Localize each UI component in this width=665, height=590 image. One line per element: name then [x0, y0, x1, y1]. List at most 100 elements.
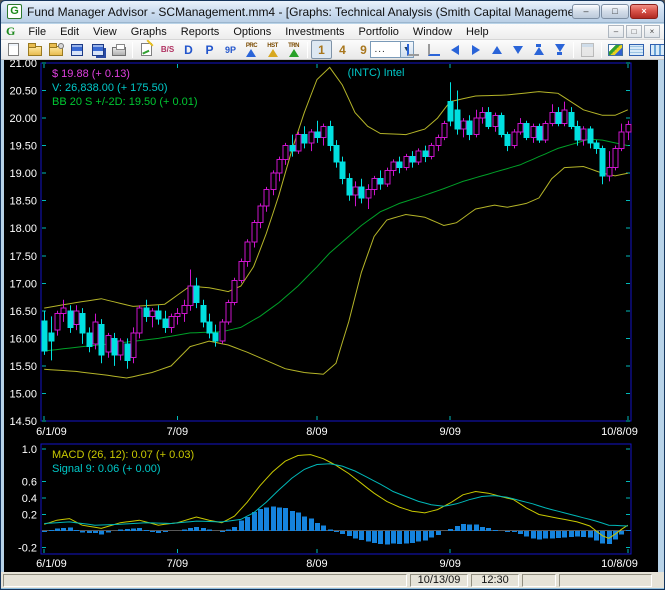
graph-window-button[interactable] [605, 40, 626, 59]
svg-text:10/8/09: 10/8/09 [601, 426, 638, 438]
svg-text:7/09: 7/09 [167, 558, 188, 570]
svg-text:15.50: 15.50 [9, 361, 37, 373]
layout-9-glyph: 9 [360, 42, 367, 57]
menu-item-file[interactable]: File [21, 25, 53, 39]
menu-item-investments[interactable]: Investments [278, 25, 351, 39]
toolbar-separator [307, 41, 308, 58]
svg-text:10/8/09: 10/8/09 [601, 558, 638, 570]
menu-item-view[interactable]: View [86, 25, 124, 39]
data-register-button[interactable] [577, 40, 598, 59]
svg-text:6/1/09: 6/1/09 [36, 426, 67, 438]
dividend-button[interactable]: D [178, 40, 199, 59]
date-axis-button[interactable] [423, 40, 444, 59]
buy-sell-glyph: B/S [160, 45, 175, 54]
new-graph-button[interactable] [3, 40, 24, 59]
save-all-button[interactable] [87, 40, 108, 59]
menu-item-edit[interactable]: Edit [53, 25, 86, 39]
title-bar[interactable]: G Fund Manager Advisor - SCManagement.mm… [1, 1, 664, 23]
layout-4-button[interactable]: 4 [332, 40, 353, 59]
save-button[interactable] [66, 40, 87, 59]
transaction-update-button[interactable]: TRN [283, 40, 304, 59]
svg-text:0.2: 0.2 [22, 510, 37, 522]
buy-sell-button[interactable]: B/S [157, 40, 178, 59]
last-graph-button[interactable] [549, 40, 570, 59]
transaction-update-arrow-icon [288, 48, 299, 57]
svg-text:1.0: 1.0 [22, 444, 37, 456]
svg-text:-0.2: -0.2 [18, 542, 37, 554]
price-update-button[interactable]: PRC [241, 40, 262, 59]
column-window-icon [650, 43, 664, 56]
table-window-button[interactable] [626, 40, 647, 59]
open-recent-button[interactable] [45, 40, 66, 59]
scale-axis-icon [406, 43, 419, 56]
prev-graph-icon [491, 45, 502, 54]
svg-text:9/09: 9/09 [439, 426, 460, 438]
menu-item-window[interactable]: Window [406, 25, 459, 39]
svg-text:17.00: 17.00 [9, 278, 37, 290]
status-panel-1230: 12:30 [471, 573, 519, 587]
svg-text:20.00: 20.00 [9, 113, 37, 125]
save-icon [70, 43, 83, 56]
price-button[interactable]: P [199, 40, 220, 59]
prev-investment-button[interactable] [444, 40, 465, 59]
next-investment-button[interactable] [465, 40, 486, 59]
status-panel-4 [559, 573, 652, 587]
price-update-arrow-icon [246, 48, 257, 57]
data-register-icon [581, 42, 594, 57]
menu-bar: G File Edit View Graphs Reports Options Invest… [1, 24, 664, 40]
svg-text:0.6: 0.6 [22, 477, 37, 489]
first-graph-button[interactable] [528, 40, 549, 59]
prev-graph-button[interactable] [486, 40, 507, 59]
print-button[interactable] [108, 40, 129, 59]
svg-text:17.50: 17.50 [9, 251, 37, 263]
next-investment-icon [471, 44, 480, 55]
layout-1-button[interactable]: 1 [311, 40, 332, 59]
graph-select-combo[interactable]: ... ▼ [369, 40, 414, 59]
svg-text:15.00: 15.00 [9, 388, 37, 400]
price-glyph: P [205, 42, 214, 57]
next-graph-icon [512, 45, 523, 54]
svg-text:18.00: 18.00 [9, 223, 37, 235]
print-icon [111, 44, 126, 56]
save-all-icon [91, 43, 104, 56]
svg-text:8/09: 8/09 [306, 558, 327, 570]
mdi-minimize-button[interactable]: – [608, 25, 624, 38]
graph-select-value: ... [374, 44, 386, 55]
status-panel-101309: 10/13/09 [410, 573, 468, 587]
menu-item-help[interactable]: Help [459, 25, 496, 39]
layout-1-glyph: 1 [318, 42, 325, 57]
chart-client-area[interactable]: 21.00 20.50 20.00 19.50 19.00 18.50 18.00 17.50… [4, 58, 658, 572]
svg-text:21.00: 21.00 [9, 60, 37, 70]
column-window-button[interactable] [647, 40, 664, 59]
svg-text:V: 26,838.00 (+ 175.50): V: 26,838.00 (+ 175.50) [52, 82, 167, 94]
svg-text:8/09: 8/09 [306, 426, 327, 438]
mdi-restore-button[interactable]: □ [626, 25, 642, 38]
mdi-system-icon[interactable]: G [6, 24, 15, 39]
status-panel-0 [3, 573, 407, 587]
technical-analysis-chart[interactable]: 21.00 20.50 20.00 19.50 19.00 18.50 18.00 17.50… [4, 58, 658, 572]
svg-text:16.50: 16.50 [9, 306, 37, 318]
dividend-glyph: D [184, 42, 193, 57]
edit-graph-button[interactable] [136, 40, 157, 59]
graph-window-icon [608, 43, 623, 56]
open-portfolio-button[interactable] [24, 40, 45, 59]
menu-item-options[interactable]: Options [226, 25, 278, 39]
nine-prices-glyph: 9P [224, 44, 236, 55]
maximize-button[interactable]: □ [601, 4, 629, 19]
svg-text:MACD (26, 12): 0.07 (+ 0.03): MACD (26, 12): 0.07 (+ 0.03) [52, 449, 194, 461]
next-graph-button[interactable] [507, 40, 528, 59]
nine-prices-button[interactable]: 9P [220, 40, 241, 59]
menu-item-portfolio[interactable]: Portfolio [352, 25, 406, 39]
scale-axis-button[interactable] [402, 40, 423, 59]
menu-item-graphs[interactable]: Graphs [124, 25, 174, 39]
minimize-button[interactable]: – [572, 4, 600, 19]
svg-text:16.00: 16.00 [9, 333, 37, 345]
history-update-button[interactable]: HST [262, 40, 283, 59]
table-window-icon [629, 43, 644, 56]
close-button[interactable]: × [630, 4, 658, 19]
svg-text:19.00: 19.00 [9, 168, 37, 180]
layout-4-glyph: 4 [339, 42, 346, 57]
mdi-close-button[interactable]: × [644, 25, 660, 38]
menu-item-reports[interactable]: Reports [174, 25, 227, 39]
svg-text:BB 20 S +/-2D: 19.50 (+ 0.01): BB 20 S +/-2D: 19.50 (+ 0.01) [52, 96, 198, 108]
